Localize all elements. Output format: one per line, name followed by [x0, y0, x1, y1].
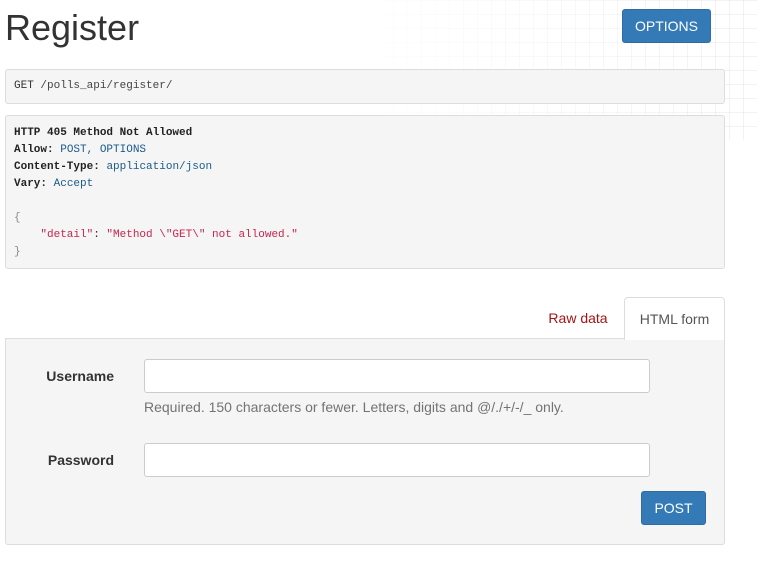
header-value: POST, OPTIONS [60, 144, 147, 156]
request-path-prefix: /polls_api/ [40, 80, 114, 92]
username-help-text: Required. 150 characters or fewer. Lette… [144, 399, 564, 415]
request-path-link[interactable]: register [113, 80, 166, 92]
header-key: Allow: [14, 144, 54, 156]
password-label: Password [47, 452, 114, 468]
request-path: /polls_api/register/ [40, 80, 172, 92]
json-key: "detail" [40, 229, 94, 241]
request-method: GET [14, 80, 34, 92]
password-input[interactable] [144, 443, 650, 477]
post-button[interactable]: POST [641, 491, 706, 525]
json-open-brace: { [14, 212, 21, 224]
json-value: "Method \"GET\" not allowed." [106, 229, 298, 241]
header-key: Content-Type: [14, 161, 100, 173]
request-path-suffix: / [165, 80, 173, 92]
request-info: GET /polls_api/register/ [5, 69, 725, 104]
response-header: Allow: POST, OPTIONS [14, 142, 716, 159]
tab-raw-data[interactable]: Raw data [535, 298, 621, 338]
options-button[interactable]: OPTIONS [622, 9, 711, 43]
response-info: HTTP 405 Method Not Allowed Allow: POST,… [5, 115, 725, 269]
response-header: Vary: Accept [14, 176, 716, 193]
json-close-brace: } [14, 246, 21, 258]
username-label: Username [46, 368, 114, 384]
header-key: Vary: [14, 178, 48, 190]
tab-html-form[interactable]: HTML form [624, 297, 725, 340]
header-value: Accept [53, 178, 94, 190]
response-status: HTTP 405 Method Not Allowed [14, 127, 193, 139]
json-colon: : [93, 229, 107, 241]
response-header: Content-Type: application/json [14, 159, 716, 176]
html-form-panel: Username Required. 150 characters or few… [5, 338, 725, 545]
header-value: application/json [106, 161, 213, 173]
username-input[interactable] [144, 359, 650, 393]
page-title: Register [5, 7, 140, 48]
